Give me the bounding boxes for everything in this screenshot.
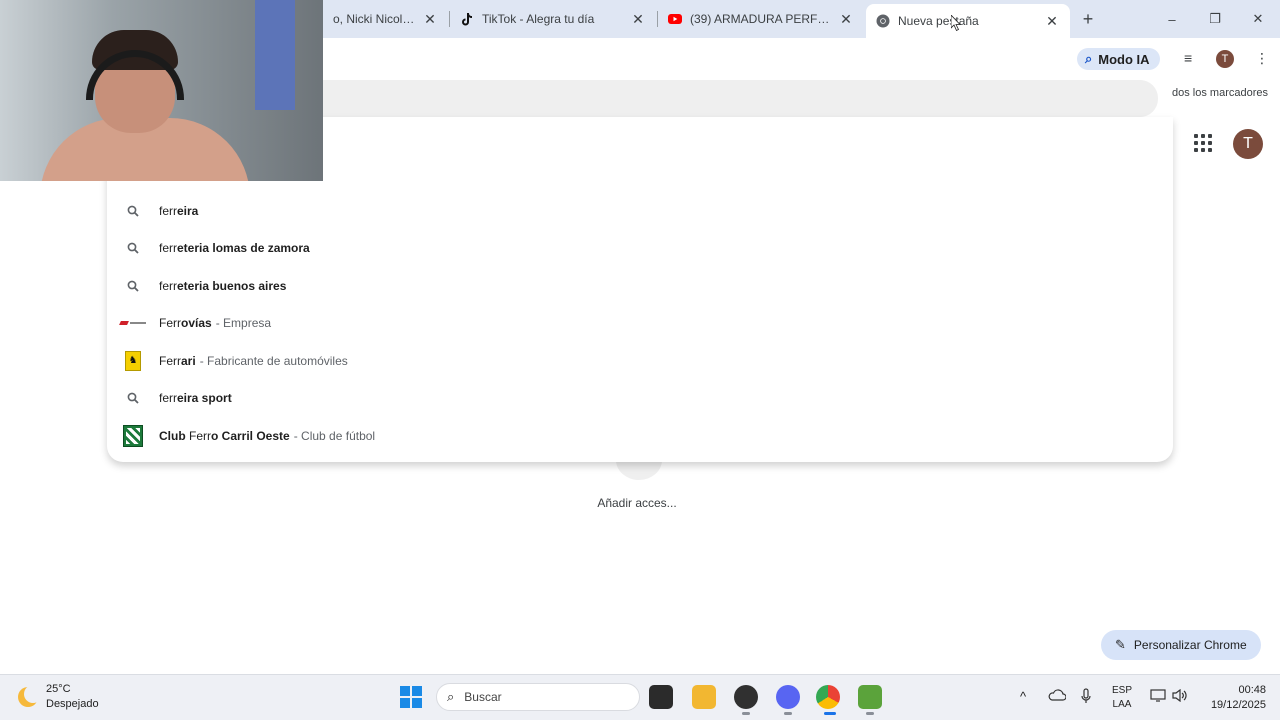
suggestion-completion: eira bbox=[177, 203, 199, 218]
windows-start-icon[interactable] bbox=[400, 686, 422, 708]
tab-tiktok[interactable]: TikTok - Alegra tu día ✕ bbox=[450, 0, 656, 38]
search-icon bbox=[107, 242, 159, 254]
tab-youtube[interactable]: (39) ARMADURA PERFECTA ✕ bbox=[658, 0, 864, 38]
suggestion-completion: eira sport bbox=[177, 390, 232, 405]
suggestion-item[interactable]: ferr eira sport bbox=[107, 379, 1173, 416]
suggestion-completion: eteria buenos aires bbox=[177, 278, 287, 293]
window-close-button[interactable]: ✕ bbox=[1236, 6, 1280, 32]
language-code: ESP bbox=[1111, 685, 1132, 696]
search-icon bbox=[107, 280, 159, 292]
clock-date: 19/12/2025 bbox=[1210, 699, 1266, 711]
customize-chrome-button[interactable]: ✎ Personalizar Chrome bbox=[1101, 630, 1261, 660]
new-tab-button[interactable]: + bbox=[1078, 9, 1098, 29]
tab-title: Nueva pestaña bbox=[898, 14, 979, 28]
weather-temperature: 25°C bbox=[46, 683, 71, 695]
clock-time: 00:48 bbox=[1238, 684, 1266, 696]
tiktok-icon bbox=[460, 12, 474, 26]
tab-title: TikTok - Alegra tu día bbox=[482, 12, 595, 26]
close-icon[interactable]: ✕ bbox=[422, 11, 438, 27]
keyboard-layout: LAA bbox=[1112, 699, 1132, 710]
restore-button[interactable]: ❐ bbox=[1193, 6, 1237, 32]
webcam-curtain bbox=[255, 0, 295, 110]
suggestion-completion: eteria lomas de zamora bbox=[177, 240, 310, 255]
ferro-carril-oeste-logo-icon bbox=[107, 424, 159, 447]
taskbar-clock[interactable]: 00:48 19/12/2025 bbox=[1200, 683, 1266, 713]
network-icon[interactable] bbox=[1150, 689, 1166, 705]
taskbar-search[interactable]: ⌕ Buscar bbox=[436, 683, 640, 711]
file-explorer-icon[interactable] bbox=[692, 685, 716, 709]
reading-list-icon[interactable]: ≡ bbox=[1184, 50, 1192, 66]
chrome-icon bbox=[876, 14, 890, 28]
add-shortcut-label: Añadir acces... bbox=[597, 496, 677, 510]
discord-icon[interactable] bbox=[776, 685, 800, 709]
moon-icon bbox=[18, 685, 42, 707]
suggestion-completion: o Carril Oeste bbox=[211, 428, 290, 443]
suggestion-completion: ovías bbox=[181, 315, 212, 330]
close-icon[interactable]: ✕ bbox=[838, 11, 854, 27]
suggestion-lead: Club bbox=[159, 428, 189, 443]
search-icon bbox=[107, 205, 159, 217]
youtube-icon bbox=[668, 12, 682, 26]
language-indicator[interactable]: ESP LAA bbox=[1106, 684, 1138, 712]
suggestion-prefix: Ferr bbox=[159, 315, 181, 330]
minecraft-icon[interactable] bbox=[858, 685, 882, 709]
webcam-overlay bbox=[0, 0, 323, 181]
ai-mode-button[interactable]: ⌕ Modo IA bbox=[1077, 48, 1160, 70]
tray-overflow-icon[interactable]: ^ bbox=[1020, 689, 1026, 704]
ferrari-logo-icon: ♞ bbox=[107, 350, 159, 371]
mouse-cursor-icon bbox=[951, 15, 961, 31]
suggestion-item[interactable]: ferr eira bbox=[107, 192, 1173, 229]
suggestion-description: - Empresa bbox=[215, 315, 272, 330]
pencil-icon: ✎ bbox=[1115, 637, 1126, 652]
tab-new-tab[interactable]: Nueva pestaña ✕ bbox=[866, 4, 1070, 38]
task-view-icon[interactable] bbox=[649, 685, 673, 709]
suggestion-item[interactable]: Ferr ovías - Empresa bbox=[107, 304, 1173, 341]
weather-widget[interactable]: 25°C Despejado bbox=[18, 682, 99, 712]
tab-title: o, Nicki Nicole, Bi bbox=[333, 12, 416, 26]
suggestion-item[interactable]: ♞ Ferr ari - Fabricante de automóviles bbox=[107, 342, 1173, 379]
ai-search-icon: ⌕ bbox=[1085, 51, 1093, 66]
tab-music[interactable]: o, Nicki Nicole, Bi ✕ bbox=[323, 0, 448, 38]
suggestion-prefix: ferr bbox=[159, 240, 177, 255]
customize-label: Personalizar Chrome bbox=[1133, 638, 1247, 652]
suggestion-prefix: ferr bbox=[159, 278, 177, 293]
onedrive-icon[interactable] bbox=[1048, 689, 1067, 704]
microphone-icon[interactable] bbox=[1081, 688, 1091, 707]
suggestion-prefix: Ferr bbox=[159, 353, 181, 368]
suggestion-description: - Fabricante de automóviles bbox=[199, 353, 348, 368]
suggestion-prefix: Ferr bbox=[189, 428, 211, 443]
chrome-taskbar-icon[interactable] bbox=[816, 685, 840, 709]
weather-description: Despejado bbox=[46, 698, 99, 710]
minimize-button[interactable]: – bbox=[1150, 6, 1194, 32]
suggestion-prefix: ferr bbox=[159, 203, 177, 218]
google-apps-icon[interactable] bbox=[1194, 134, 1212, 152]
ai-mode-label: Modo IA bbox=[1098, 51, 1150, 67]
search-icon bbox=[107, 392, 159, 404]
close-icon[interactable]: ✕ bbox=[1044, 13, 1060, 29]
app-running-indicator bbox=[866, 712, 874, 715]
taskbar-search-placeholder: Buscar bbox=[464, 690, 502, 704]
profile-avatar[interactable]: T bbox=[1216, 50, 1234, 68]
app-running-indicator bbox=[742, 712, 750, 715]
suggestion-description: - Club de fútbol bbox=[293, 428, 376, 443]
obs-studio-icon[interactable] bbox=[734, 685, 758, 709]
google-account-avatar[interactable]: T bbox=[1233, 129, 1263, 159]
suggestion-item[interactable]: ferr eteria lomas de zamora bbox=[107, 229, 1173, 266]
all-bookmarks-button[interactable]: dos los marcadores bbox=[1172, 87, 1268, 99]
volume-icon[interactable] bbox=[1172, 688, 1188, 705]
app-running-indicator bbox=[784, 712, 792, 715]
suggestion-item[interactable]: Club Ferr o Carril Oeste - Club de fútbol bbox=[107, 417, 1173, 454]
ferrovias-logo-icon bbox=[107, 320, 159, 326]
close-icon[interactable]: ✕ bbox=[630, 11, 646, 27]
suggestion-prefix: ferr bbox=[159, 390, 177, 405]
suggestion-completion: ari bbox=[181, 353, 196, 368]
app-active-indicator bbox=[824, 712, 836, 715]
more-menu-icon[interactable]: ⋮ bbox=[1255, 50, 1269, 67]
search-icon: ⌕ bbox=[447, 689, 455, 704]
tab-title: (39) ARMADURA PERFECTA bbox=[690, 12, 832, 26]
suggestion-item[interactable]: ferr eteria buenos aires bbox=[107, 267, 1173, 304]
